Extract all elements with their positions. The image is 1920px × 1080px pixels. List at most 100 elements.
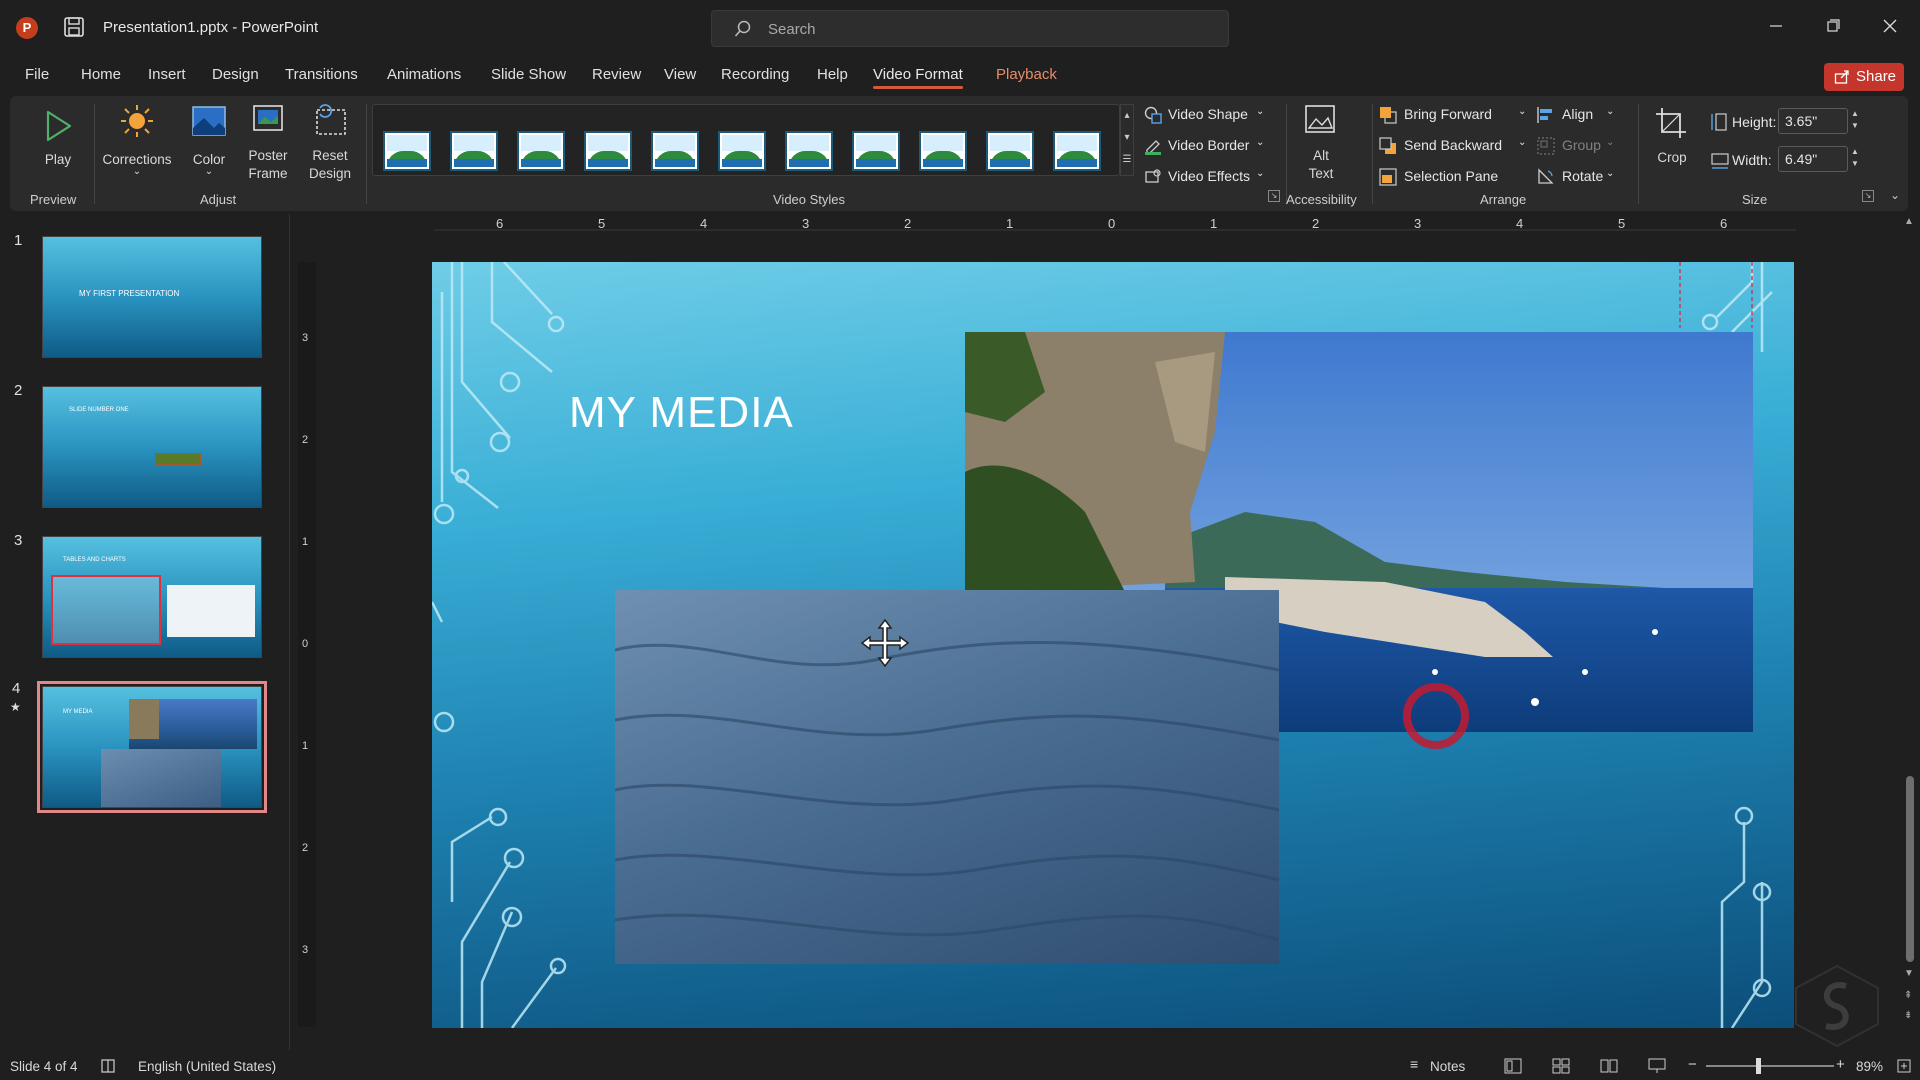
tab-slide-show[interactable]: Slide Show [491,66,566,83]
next-slide-icon[interactable]: ⇟ [1904,1010,1912,1021]
reset-design-button[interactable]: Reset Design [300,102,360,188]
slide-thumbnail-4[interactable]: MY MEDIA [37,681,267,813]
tab-recording[interactable]: Recording [721,66,789,83]
tab-home[interactable]: Home [81,66,121,83]
corrections-button[interactable]: Corrections ⌄ [96,102,178,188]
rotate-button[interactable]: Rotate ⌄ [1536,166,1616,188]
resize-handle-marks[interactable] [1672,262,1782,332]
crop-button[interactable]: Crop [1648,104,1696,184]
scrollbar-thumb[interactable] [1906,776,1914,962]
normal-view-icon[interactable] [1504,1058,1522,1074]
bring-forward-icon [1380,107,1397,124]
slide-number: 1 [14,232,23,249]
ruler-number: 4 [1516,216,1524,231]
language-indicator[interactable]: English (United States) [138,1059,276,1074]
slide-thumbnail-2[interactable]: SLIDE NUMBER ONE [42,386,262,508]
water-image [615,641,1279,942]
group-preview-label: Preview [30,192,77,207]
reset-design-icon [316,104,346,135]
share-button[interactable]: Share [1824,63,1904,91]
video-style-thumb[interactable] [1053,131,1101,171]
video-water[interactable] [615,590,1279,964]
collapse-ribbon-icon[interactable]: ⌄ [1890,188,1900,202]
zoom-in-icon[interactable]: + [1836,1056,1845,1073]
notes-button[interactable]: ≡ Notes [1410,1056,1470,1076]
close-icon[interactable] [1878,14,1902,38]
tab-design[interactable]: Design [212,66,259,83]
poster-label-line1: Poster [248,148,288,163]
alt-text-button[interactable]: Alt Text [1292,102,1350,186]
video-style-thumb[interactable] [383,131,431,171]
group-button[interactable]: Group ⌄ [1536,135,1616,157]
title-bar: P Presentation1.pptx - PowerPoint Search [0,0,1920,56]
dialog-launcher-icon[interactable]: ↘ [1268,190,1280,202]
send-backward-button[interactable]: Send Backward ⌄ [1378,135,1528,157]
color-button[interactable]: Color ⌄ [182,102,236,188]
video-style-thumb[interactable] [785,131,833,171]
video-style-thumb[interactable] [584,131,632,171]
save-icon[interactable] [63,16,85,38]
poster-frame-button[interactable]: Poster Frame [236,102,300,188]
minimize-icon[interactable] [1764,14,1788,38]
height-input[interactable]: 3.65" [1778,108,1848,134]
video-style-thumb[interactable] [852,131,900,171]
chevron-down-icon: ⌄ [204,166,214,177]
video-shape-button[interactable]: Video Shape ⌄ [1144,104,1264,126]
gallery-scroll[interactable]: ▴ ▾ ☰ [1120,104,1134,176]
ruler-number: 3 [302,332,309,344]
tab-animations[interactable]: Animations [387,66,461,83]
height-spinner[interactable]: ▲ ▼ [1848,108,1862,134]
fit-slide-icon[interactable] [1896,1058,1912,1074]
slide-canvas[interactable]: MY MEDIA [432,262,1794,1028]
video-border-button[interactable]: Video Border ⌄ [1144,135,1264,157]
slide-thumbnail-3[interactable]: TABLES AND CHARTS [42,536,262,658]
video-style-thumb[interactable] [450,131,498,171]
tab-playback[interactable]: Playback [996,66,1057,83]
previous-slide-icon[interactable]: ⇞ [1904,990,1912,1001]
tab-view[interactable]: View [664,66,696,83]
zoom-slider[interactable] [1706,1065,1834,1067]
video-style-thumb[interactable] [718,131,766,171]
thumb-video-water [101,749,221,807]
reading-view-icon[interactable] [1600,1058,1618,1074]
vertical-scrollbar[interactable]: ▲ ▼ ⇞ ⇟ [1904,216,1916,1036]
slide-sorter-icon[interactable] [1552,1058,1570,1074]
tab-video-format[interactable]: Video Format [873,66,963,89]
slide-thumbnail-1[interactable]: MY FIRST PRESENTATION [42,236,262,358]
video-style-thumb[interactable] [517,131,565,171]
video-effects-button[interactable]: Video Effects ⌄ [1144,166,1264,188]
width-spinner[interactable]: ▲ ▼ [1848,146,1862,172]
zoom-slider-thumb[interactable] [1756,1058,1761,1074]
tab-insert[interactable]: Insert [148,66,186,83]
width-input[interactable]: 6.49" [1778,146,1848,172]
ruler-number: 1 [302,536,309,548]
selection-pane-button[interactable]: Selection Pane [1378,166,1528,188]
tab-file[interactable]: File [25,66,49,83]
play-button[interactable]: Play [30,104,86,184]
video-style-thumb[interactable] [986,131,1034,171]
slide-title[interactable]: MY MEDIA [569,388,794,438]
scroll-down-icon[interactable]: ▼ [1904,968,1914,979]
video-style-thumb[interactable] [651,131,699,171]
search-placeholder: Search [768,21,816,38]
bring-forward-button[interactable]: Bring Forward ⌄ [1378,104,1528,126]
video-effects-icon [1145,169,1161,183]
ribbon-tabs: File Home Insert Design Transitions Anim… [0,56,1920,94]
video-style-thumb[interactable] [919,131,967,171]
send-backward-icon [1379,137,1396,154]
zoom-level[interactable]: 89% [1856,1059,1883,1074]
chevron-down-icon: ⌄ [1606,137,1615,148]
tab-help[interactable]: Help [817,66,848,83]
zoom-out-icon[interactable]: − [1688,1056,1697,1073]
restore-icon[interactable] [1821,14,1845,38]
tab-transitions[interactable]: Transitions [285,66,358,83]
dialog-launcher-icon[interactable]: ↘ [1862,190,1874,202]
ruler-number: 6 [1720,216,1728,231]
scroll-up-icon[interactable]: ▲ [1904,216,1914,227]
tab-review[interactable]: Review [592,66,641,83]
slideshow-view-icon[interactable] [1648,1058,1666,1074]
search-box[interactable]: Search [711,10,1229,47]
align-button[interactable]: Align ⌄ [1536,104,1616,126]
video-effects-label: Video Effects [1168,168,1250,184]
accessibility-check-icon[interactable] [100,1058,116,1074]
